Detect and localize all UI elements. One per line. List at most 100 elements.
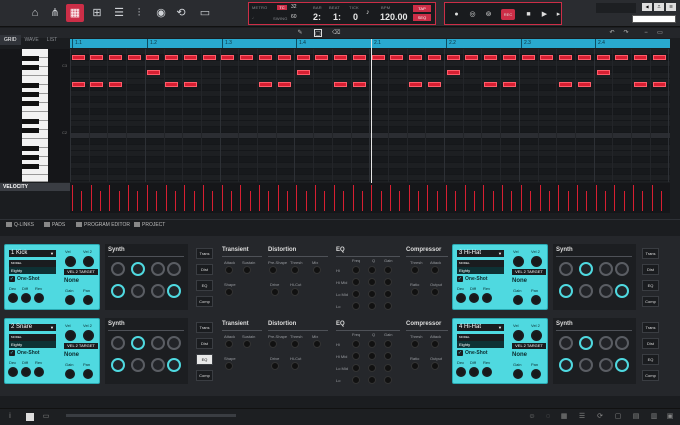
velocity-bar[interactable] xyxy=(156,191,158,211)
synth-knob[interactable] xyxy=(167,284,181,298)
synth-knob[interactable] xyxy=(615,358,629,372)
velocity-bar[interactable] xyxy=(128,185,130,211)
fx-button-dist[interactable]: Dist xyxy=(642,338,659,349)
pad-gain-knob[interactable] xyxy=(513,295,523,305)
pad-gain-knob[interactable] xyxy=(65,295,75,305)
eq-knob[interactable] xyxy=(384,266,392,274)
knob-pre_shape[interactable] xyxy=(269,266,277,274)
pad-rev-knob[interactable] xyxy=(34,293,44,303)
velocity-bar[interactable] xyxy=(417,191,419,211)
fx-button-comp[interactable]: Comp xyxy=(196,296,213,307)
tuner-icon[interactable]: ◌ xyxy=(544,413,552,421)
record-button-icon[interactable]: ● xyxy=(451,9,462,20)
velocity-bar[interactable] xyxy=(268,191,270,211)
tick-value[interactable]: 0 xyxy=(353,12,358,22)
synth-knob[interactable] xyxy=(167,358,181,372)
eq-knob[interactable] xyxy=(384,302,392,310)
midi-note[interactable] xyxy=(72,82,85,87)
velocity-bar[interactable] xyxy=(623,191,625,211)
velocity-bar[interactable] xyxy=(455,191,457,211)
bpm-value[interactable]: 120.00 xyxy=(380,12,408,22)
velocity-bar[interactable] xyxy=(305,191,307,211)
midi-note[interactable] xyxy=(447,70,460,75)
tab-program-editor[interactable]: PROGRAM EDITOR xyxy=(76,222,130,228)
one-shot-checkbox[interactable]: ✓ xyxy=(457,350,463,356)
midi-note[interactable] xyxy=(372,55,385,60)
eq-knob[interactable] xyxy=(352,302,360,310)
velocity-bar[interactable] xyxy=(137,191,139,211)
velocity-bar[interactable] xyxy=(576,185,578,211)
overdub-icon[interactable]: ◎ xyxy=(467,9,478,20)
midi-note[interactable] xyxy=(465,55,478,60)
knob-ratio[interactable] xyxy=(411,288,419,296)
eq-knob[interactable] xyxy=(368,352,376,360)
eraser-icon[interactable]: ⌫ xyxy=(332,29,340,37)
knob-pre_shape[interactable] xyxy=(269,340,277,348)
synth-knob[interactable] xyxy=(111,358,125,372)
knob-drive[interactable] xyxy=(271,362,279,370)
velocity-bar[interactable] xyxy=(296,185,298,211)
midi-note[interactable] xyxy=(447,55,460,60)
home-icon[interactable]: ⌂ xyxy=(26,4,44,22)
pad-pan-knob[interactable] xyxy=(531,369,541,379)
drum-pad[interactable]: 4 Hi-Hat ▼ MODEL Eighty ✓ One-Shot Dec Diff Rev V… xyxy=(452,318,548,384)
fx-button-comp[interactable]: Comp xyxy=(642,296,659,307)
fx-button-eq[interactable]: EQ xyxy=(642,354,659,365)
velocity-bar[interactable] xyxy=(361,191,363,211)
seq-button[interactable]: SEQ xyxy=(413,14,431,21)
eq-knob[interactable] xyxy=(352,290,360,298)
eq-knob[interactable] xyxy=(384,278,392,286)
knob-attack[interactable] xyxy=(431,266,439,274)
tree-icon[interactable]: ⋔ xyxy=(46,4,64,22)
vel-1-knob[interactable] xyxy=(65,330,76,341)
synth-knob[interactable] xyxy=(151,336,165,350)
pad-diff-knob[interactable] xyxy=(469,367,479,377)
midi-note[interactable] xyxy=(146,55,159,60)
pad-dec-knob[interactable] xyxy=(456,293,466,303)
select-icon[interactable]: ▢ xyxy=(314,29,322,37)
velocity-bar[interactable] xyxy=(399,191,401,211)
midi-note[interactable] xyxy=(72,55,85,60)
velocity-bar[interactable] xyxy=(184,185,186,211)
fx-button-eq[interactable]: EQ xyxy=(196,354,213,365)
midi-icon[interactable]: ⎍ xyxy=(654,3,664,11)
midi-note[interactable] xyxy=(615,55,628,60)
pad-diff-knob[interactable] xyxy=(21,367,31,377)
velocity-bar[interactable] xyxy=(492,191,494,211)
midi-note[interactable] xyxy=(559,82,572,87)
auto-icon[interactable]: ⊚ xyxy=(483,9,494,20)
loop-icon[interactable]: ⟲ xyxy=(172,4,190,22)
synth-knob[interactable] xyxy=(615,262,629,276)
plus-box-icon[interactable]: ⊞ xyxy=(88,4,106,22)
knob-attack[interactable] xyxy=(225,340,233,348)
pad-diff-knob[interactable] xyxy=(469,293,479,303)
synth-knob[interactable] xyxy=(111,336,125,350)
velocity-bar[interactable] xyxy=(530,191,532,211)
fx-button-trans[interactable]: Trans xyxy=(642,248,659,259)
drum-pad[interactable]: 1 Kick ▼ MODEL Eighty ✓ One-Shot Dec Diff Rev Vel… xyxy=(4,244,100,310)
velocity-bar[interactable] xyxy=(81,191,83,211)
midi-note[interactable] xyxy=(522,55,535,60)
velocity-bar[interactable] xyxy=(221,185,223,211)
fx-button-comp[interactable]: Comp xyxy=(642,370,659,381)
fx-button-eq[interactable]: EQ xyxy=(196,280,213,291)
eq-knob[interactable] xyxy=(384,376,392,384)
synth-knob[interactable] xyxy=(599,284,613,298)
tc-label[interactable]: TC xyxy=(277,5,287,10)
knob-sustain[interactable] xyxy=(243,266,251,274)
synth-knob[interactable] xyxy=(599,336,613,350)
eq-knob[interactable] xyxy=(352,340,360,348)
piano-keyboard[interactable]: C3 C2 xyxy=(0,49,70,182)
midi-note[interactable] xyxy=(165,55,178,60)
pad-gain-knob[interactable] xyxy=(513,369,523,379)
synth-knob[interactable] xyxy=(131,262,145,276)
tab-grid[interactable]: GRID xyxy=(0,35,21,45)
velocity-bar[interactable] xyxy=(436,191,438,211)
knob-hicut[interactable] xyxy=(291,362,299,370)
grid-view-icon[interactable]: ▦ xyxy=(66,4,84,22)
tab-wave[interactable]: WAVE xyxy=(21,35,43,45)
eq-knob[interactable] xyxy=(368,278,376,286)
swing-value[interactable]: 60 xyxy=(291,14,297,20)
vel-target-button[interactable]: VEL 2 TARGET xyxy=(64,269,98,275)
one-shot-checkbox[interactable]: ✓ xyxy=(9,350,15,356)
